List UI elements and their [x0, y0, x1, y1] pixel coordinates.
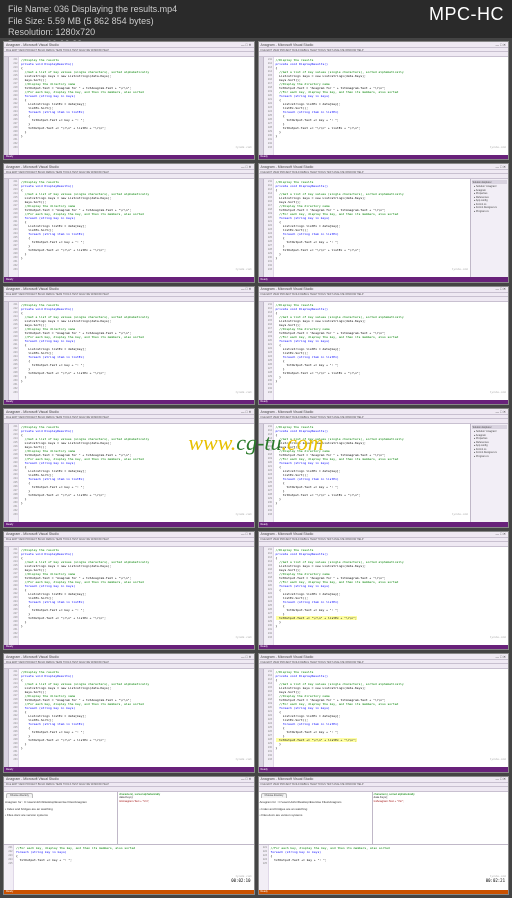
choose-directory-button[interactable]: Choose directory: [6, 793, 33, 798]
line-gutter: 2112122132142152162172182192202212222232…: [264, 57, 274, 155]
thumbnail-vs[interactable]: Anagram - Microsoft Visual Studio— □ ✕FI…: [3, 531, 255, 650]
vs-statusbar: Ready: [259, 767, 509, 772]
line-gutter: 2112122132142152162172182192202212222232…: [264, 669, 274, 767]
lynda-watermark: lynda.com: [452, 512, 468, 516]
solution-explorer: Solution Explorer▸ Solution 'Anagram'▸ A…: [470, 424, 508, 522]
vs-body: 2112122132142152162172182192202212222232…: [4, 424, 254, 522]
choose-directory-button[interactable]: Choose directory: [261, 793, 288, 798]
timestamp-overlay: 00:02:10: [230, 879, 251, 884]
line-gutter: 2112122132142152162172182192202212222232…: [264, 179, 274, 277]
vs-body: 2112122132142152162172182192202212222232…: [4, 302, 254, 400]
lynda-watermark: lynda.com: [490, 757, 506, 761]
code-peek-pane: characters), sorted alphabeticallydata.K…: [372, 792, 508, 845]
vs-statusbar-debug: Ready: [4, 890, 254, 895]
line-gutter: 2112122132142152162172182192202212222232…: [9, 179, 19, 277]
vs-statusbar: Ready: [4, 155, 254, 160]
thumbnail-vs[interactable]: Anagram - Microsoft Visual Studio— □ ✕FI…: [3, 408, 255, 527]
vs-body: 2112122132142152162172182192202212222232…: [4, 57, 254, 155]
vs-statusbar: Ready: [259, 155, 509, 160]
vs-statusbar: Ready: [259, 400, 509, 405]
vs-body: 2112122132142152162172182192202212222232…: [4, 547, 254, 645]
thumbnail-vs[interactable]: Anagram - Microsoft Visual Studio— □ ✕FI…: [3, 163, 255, 282]
line-gutter: 2112122132142152162172182192202212222232…: [264, 547, 274, 645]
thumbnail-grid: Anagram - Microsoft Visual Studio— □ ✕FI…: [0, 38, 512, 898]
filename-value: 036 Displaying the results.mp4: [54, 4, 177, 14]
app-output-window: Choose directoryAnagram for : C:\users\J…: [259, 792, 372, 845]
vs-statusbar: Ready: [259, 522, 509, 527]
vs-statusbar-debug: Ready: [259, 890, 509, 895]
line-gutter: 2112122132142152162172182192202212222232…: [264, 302, 274, 400]
code-editor: //Display the resultsprivate void Displa…: [274, 547, 509, 645]
thumbnail-vs[interactable]: Anagram - Microsoft Visual Studio— □ ✕FI…: [3, 41, 255, 160]
solution-explorer: Solution Explorer▸ Solution 'Anagram'▸ A…: [470, 179, 508, 277]
line-gutter: 2112122132142152162172182192202212222232…: [9, 302, 19, 400]
code-editor: //Display the resultsprivate void Displa…: [19, 547, 254, 645]
vs-statusbar: Ready: [4, 277, 254, 282]
runtime-body: Choose directoryAnagram for : C:\users\J…: [259, 792, 509, 890]
lynda-watermark: lynda.com: [490, 635, 506, 639]
filename-label: File Name:: [8, 4, 52, 14]
lynda-watermark: lynda.com: [235, 635, 251, 639]
thumbnail-vs[interactable]: Anagram - Microsoft Visual Studio— □ ✕FI…: [258, 653, 510, 772]
line-gutter: 2112122132142152162172182192202212222232…: [9, 669, 19, 767]
runtime-body: Choose directoryAnagram for : C:\users\J…: [4, 792, 254, 890]
code-editor-bottom: //For each key, display the key, and the…: [269, 845, 509, 889]
lynda-watermark: lynda.com: [235, 267, 251, 271]
resolution-label: Resolution:: [8, 27, 53, 37]
line-gutter: 2112122132142152162172182192202212222232…: [9, 57, 19, 155]
resolution-value: 1280x720: [56, 27, 96, 37]
vs-statusbar: Ready: [4, 767, 254, 772]
code-editor: //Display the resultsprivate void Displa…: [19, 669, 254, 767]
lynda-watermark: lynda.com: [235, 390, 251, 394]
filesize-value: 5.59 MB (5 862 854 bytes): [48, 16, 154, 26]
vs-statusbar: Ready: [259, 277, 509, 282]
line-gutter: 2112122132142152162172182192202212222232…: [264, 424, 274, 522]
thumbnail-vs[interactable]: Anagram - Microsoft Visual Studio— □ ✕FI…: [258, 531, 510, 650]
thumbnail-vs[interactable]: Anagram - Microsoft Visual Studio— □ ✕FI…: [3, 286, 255, 405]
vs-body: 2112122132142152162172182192202212222232…: [259, 669, 509, 767]
thumbnail-vs[interactable]: Anagram - Microsoft Visual Studio— □ ✕FI…: [258, 408, 510, 527]
thumbnail-runtime[interactable]: Anagram - Microsoft Visual Studio— □ ✕FI…: [3, 776, 255, 895]
line-gutter: 2112122132142152162172182192202212222232…: [9, 424, 19, 522]
code-editor: //Display the resultsprivate void Displa…: [19, 302, 254, 400]
lynda-watermark: lynda.com: [490, 390, 506, 394]
app-name: MPC-HC: [429, 4, 504, 25]
thumbnail-vs[interactable]: Anagram - Microsoft Visual Studio— □ ✕FI…: [258, 286, 510, 405]
info-header: File Name: 036 Displaying the results.mp…: [0, 0, 512, 38]
code-editor: //Display the resultsprivate void Displa…: [274, 424, 471, 522]
app-output-window: Choose directoryAnagram for : C:\users\J…: [4, 792, 117, 845]
vs-statusbar: Ready: [259, 645, 509, 650]
thumbnail-vs[interactable]: Anagram - Microsoft Visual Studio— □ ✕FI…: [258, 163, 510, 282]
vs-body: 2112122132142152162172182192202212222232…: [259, 547, 509, 645]
vs-body: 2112122132142152162172182192202212222232…: [259, 57, 509, 155]
lynda-watermark: lynda.com: [452, 267, 468, 271]
lynda-watermark: lynda.com: [235, 512, 251, 516]
lynda-watermark: lynda.com: [235, 757, 251, 761]
code-editor: //Display the resultsprivate void Displa…: [274, 669, 509, 767]
thumbnail-runtime[interactable]: Anagram - Microsoft Visual Studio— □ ✕FI…: [258, 776, 510, 895]
code-peek-pane: characters), sorted alphabeticallydata.K…: [117, 792, 253, 845]
vs-body: 2112122132142152162172182192202212222232…: [259, 424, 509, 522]
vs-body: 2112122132142152162172182192202212222232…: [259, 179, 509, 277]
lynda-watermark: lynda.com: [235, 145, 251, 149]
thumbnail-vs[interactable]: Anagram - Microsoft Visual Studio— □ ✕FI…: [3, 653, 255, 772]
code-editor: //Display the resultsprivate void Displa…: [19, 424, 254, 522]
vs-statusbar: Ready: [4, 522, 254, 527]
code-editor: //Display the resultsprivate void Displa…: [19, 179, 254, 277]
code-editor: //Display the resultsprivate void Displa…: [19, 57, 254, 155]
lynda-watermark: lynda.com: [490, 145, 506, 149]
code-editor: //Display the resultsprivate void Displa…: [274, 302, 509, 400]
vs-body: 2112122132142152162172182192202212222232…: [259, 302, 509, 400]
vs-statusbar: Ready: [4, 400, 254, 405]
vs-statusbar: Ready: [4, 645, 254, 650]
vs-body: 2112122132142152162172182192202212222232…: [4, 179, 254, 277]
vs-body: 2112122132142152162172182192202212222232…: [4, 669, 254, 767]
code-editor-bottom: //For each key, display the key, and the…: [14, 845, 254, 889]
line-gutter: 2112122132142152162172182192202212222232…: [9, 547, 19, 645]
code-editor: //Display the resultsprivate void Displa…: [274, 57, 509, 155]
thumbnail-vs[interactable]: Anagram - Microsoft Visual Studio— □ ✕FI…: [258, 41, 510, 160]
code-editor: //Display the resultsprivate void Displa…: [274, 179, 471, 277]
filesize-label: File Size:: [8, 16, 45, 26]
timestamp-overlay: 00:02:21: [485, 879, 506, 884]
